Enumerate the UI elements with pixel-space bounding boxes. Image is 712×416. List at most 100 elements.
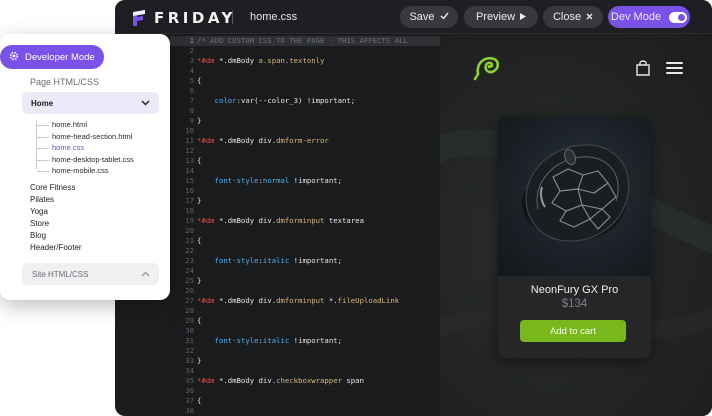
code-line[interactable]: 13{ [170, 156, 440, 166]
code-token: *.dmBody div. [214, 376, 277, 385]
code-line[interactable]: 1/* ADD CUSTOM CSS TO THE PAGE - THIS AF… [170, 36, 440, 46]
file-item[interactable]: home-desktop-tablet.css [37, 155, 134, 164]
code-line[interactable]: 11 *#dm *.dmBody div.dmform-error [170, 136, 440, 146]
line-number: 31 [185, 336, 194, 345]
file-item[interactable]: home-head-section.html [36, 132, 132, 141]
code-line[interactable]: 31 font-style:italic !important; [170, 336, 440, 346]
code-line[interactable]: 35 *#dm *.dmBody div.checkboxwrapper span [170, 376, 440, 386]
code-line[interactable]: 17} [170, 196, 440, 206]
add-to-cart-button[interactable]: Add to cart [520, 320, 626, 342]
page-item[interactable]: Yoga [30, 207, 48, 216]
code-line[interactable]: 16 [170, 186, 440, 196]
hamburger-menu-icon[interactable] [666, 62, 683, 74]
close-button[interactable]: Close [543, 6, 603, 28]
code-line[interactable]: 28 [170, 306, 440, 316]
page-item[interactable]: Core Fitness [30, 183, 75, 192]
code-line[interactable]: 22 [170, 246, 440, 256]
code-line[interactable]: 32 [170, 346, 440, 356]
code-line[interactable]: 19 *#dm *.dmBody div.dmforminput textarea [170, 216, 440, 226]
save-button[interactable]: Save [400, 6, 458, 28]
code-line[interactable]: 33} [170, 356, 440, 366]
code-token: *#dm [197, 376, 215, 385]
code-token: a.span.textonly [258, 56, 325, 65]
code-line[interactable]: 10 [170, 126, 440, 136]
code-token: span [342, 376, 364, 385]
play-icon [520, 11, 527, 23]
developer-mode-badge[interactable]: Developer Mode [0, 45, 104, 69]
code-line[interactable]: 8 [170, 106, 440, 116]
code-line[interactable]: 36 [170, 386, 440, 396]
line-number: 15 [185, 176, 194, 185]
code-line[interactable]: 3 *#dm *.dmBody a.span.textonly [170, 56, 440, 66]
product-name: NeonFury GX Pro [530, 284, 619, 296]
chevron-down-icon [141, 99, 150, 108]
code-line[interactable]: 9} [170, 116, 440, 126]
code-line[interactable]: 30 [170, 326, 440, 336]
code-line[interactable]: 21{ [170, 236, 440, 246]
code-line[interactable]: 18 [170, 206, 440, 216]
code-token: normal [262, 176, 290, 185]
code-token: *#dm [197, 136, 215, 145]
code-line[interactable]: 14 [170, 166, 440, 176]
line-number: 33 [185, 356, 194, 365]
brand-logo-icon[interactable] [472, 52, 502, 82]
code-line[interactable]: 2 [170, 46, 440, 56]
page-item[interactable]: Store [30, 219, 49, 228]
preview-button-label: Preview [475, 11, 516, 23]
code-token: !important; [289, 256, 342, 265]
code-line[interactable]: 37{ [170, 396, 440, 406]
friday-logo-icon [132, 10, 146, 26]
developer-mode-label: Developer Mode [25, 51, 95, 63]
file-item[interactable]: home.html [36, 120, 87, 129]
code-token: font-style [214, 256, 259, 265]
code-token: /* ADD CUSTOM CSS TO THE PAGE - THIS AFF… [197, 36, 408, 45]
line-number: 36 [185, 386, 194, 395]
code-line[interactable]: 6 [170, 86, 440, 96]
code-token: font-style [214, 176, 259, 185]
code-line[interactable]: 25} [170, 276, 440, 286]
code-line[interactable]: 20 [170, 226, 440, 236]
code-token: { [197, 76, 202, 85]
line-number: 32 [185, 346, 194, 355]
page-selector-home[interactable]: Home [22, 92, 159, 114]
product-card[interactable]: NeonFury GX Pro $134 Add to cart [498, 117, 651, 358]
line-number: 12 [185, 146, 194, 155]
site-html-css-section[interactable]: Site HTML/CSS [22, 263, 159, 285]
code-line[interactable]: 29{ [170, 316, 440, 326]
line-number: 11 [185, 136, 194, 145]
friday-wordmark: FRIDAY [154, 9, 236, 27]
code-line[interactable]: 24 [170, 266, 440, 276]
shopping-bag-icon[interactable] [635, 59, 651, 76]
dev-mode-toggle-button[interactable]: Dev Mode [608, 6, 690, 28]
line-number: 6 [189, 86, 194, 95]
editor-topbar: FRIDAY home.css Save Preview Close Dev M… [115, 0, 712, 34]
page-item[interactable]: Header/Footer [30, 243, 82, 252]
code-line[interactable]: 26 [170, 286, 440, 296]
code-line[interactable]: 5{ [170, 76, 440, 86]
code-line[interactable]: 27 *#dm *.dmBody div.dmforminput *.fileUp… [170, 296, 440, 306]
css-code-editor[interactable]: 1/* ADD CUSTOM CSS TO THE PAGE - THIS AF… [170, 34, 440, 416]
dev-mode-switch[interactable] [669, 11, 688, 23]
page-html-css-title: Page HTML/CSS [30, 77, 100, 87]
editor-window: FRIDAY home.css Save Preview Close Dev M… [115, 0, 712, 416]
line-number: 20 [185, 226, 194, 235]
file-item[interactable]: home.css [36, 143, 84, 152]
line-number: 14 [185, 166, 194, 175]
code-line[interactable]: 4 [170, 66, 440, 76]
page-item[interactable]: Blog [30, 231, 46, 240]
product-image[interactable] [498, 117, 651, 276]
code-line[interactable]: 23 font-style:italic !important; [170, 256, 440, 266]
code-line[interactable]: 7 color:var(--color_3) !important; [170, 96, 440, 106]
line-number: 1 [189, 36, 194, 45]
code-token: dmform-error [276, 136, 329, 145]
code-token: { [197, 396, 202, 405]
code-line[interactable]: 12 [170, 146, 440, 156]
preview-button[interactable]: Preview [464, 6, 538, 28]
code-line[interactable]: 34 [170, 366, 440, 376]
page-item[interactable]: Pilates [30, 195, 54, 204]
line-number: 10 [185, 126, 194, 135]
code-line[interactable]: 38 [170, 406, 440, 416]
code-line[interactable]: 15 font-style:normal !important; [170, 176, 440, 186]
file-item[interactable]: home-mobile.css [37, 166, 109, 175]
